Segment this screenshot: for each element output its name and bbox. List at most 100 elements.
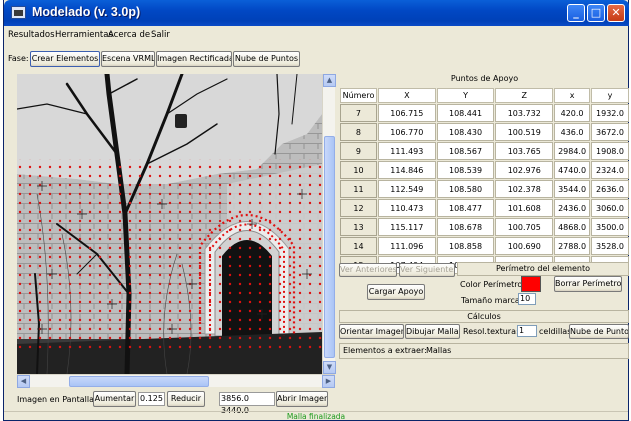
scroll-right-icon[interactable]: ▶ <box>322 375 335 388</box>
table-cell[interactable]: 420.0 <box>554 104 591 122</box>
table-cell[interactable]: 3500.0 <box>591 218 629 236</box>
tab-imagen-rectificada[interactable]: Imagen Rectificada <box>156 51 232 67</box>
table-cell[interactable]: 3060.0 <box>591 199 629 217</box>
menu-salir[interactable]: Salir <box>151 30 170 40</box>
table-cell[interactable]: 108.539 <box>436 161 495 179</box>
title-bar[interactable]: Modelado (v. 3.0p) _ □ ✕ <box>4 0 629 26</box>
dibujar-mallas-button[interactable]: Dibujar Mallas <box>405 324 460 339</box>
table-row[interactable]: 11 112.549 108.580 102.378 3544.0 2636.0 <box>340 180 629 198</box>
table-row[interactable]: 14 111.096 108.858 100.690 2788.0 3528.0 <box>340 237 629 255</box>
table-cell[interactable]: 108.477 <box>436 199 495 217</box>
row-number-cell[interactable]: 12 <box>340 199 377 217</box>
horizontal-scroll-thumb[interactable] <box>69 376 209 387</box>
orientar-imagen-button[interactable]: Orientar Imagen <box>339 324 404 339</box>
table-cell[interactable]: 115.117 <box>377 218 436 236</box>
aumentar-button[interactable]: Aumentar <box>93 391 136 407</box>
row-number-cell[interactable]: 8 <box>340 123 377 141</box>
table-cell[interactable]: 1932.0 <box>591 104 629 122</box>
abrir-imagen-button[interactable]: Abrir Imagen <box>276 391 328 407</box>
table-cell[interactable]: 2324.0 <box>591 161 629 179</box>
table-cell[interactable]: 3544.0 <box>554 180 591 198</box>
table-cell[interactable]: 1908.0 <box>591 142 629 160</box>
color-perimetro-swatch[interactable] <box>521 276 541 292</box>
scroll-up-icon[interactable]: ▲ <box>323 74 336 87</box>
table-cell[interactable]: 436.0 <box>554 123 591 141</box>
table-row[interactable]: 10 114.846 108.539 102.976 4740.0 2324.0 <box>340 161 629 179</box>
table-cell[interactable]: 2984.0 <box>554 142 591 160</box>
close-button[interactable]: ✕ <box>607 4 625 22</box>
table-cell[interactable]: 100.705 <box>495 218 554 236</box>
table-cell[interactable]: 110.473 <box>377 199 436 217</box>
table-cell[interactable]: 112.549 <box>377 180 436 198</box>
table-cell[interactable]: 100.690 <box>495 237 554 255</box>
tamano-marca-input[interactable]: 10 <box>518 293 536 305</box>
table-cell[interactable]: 114.846 <box>377 161 436 179</box>
borrar-perimetro-button[interactable]: Borrar Perímetro <box>554 276 622 292</box>
row-number-cell[interactable]: 7 <box>340 104 377 122</box>
table-cell[interactable]: 102.976 <box>495 161 554 179</box>
table-row[interactable]: 9 111.493 108.567 103.765 2984.0 1908.0 <box>340 142 629 160</box>
tamano-marca-label: Tamaño marca: <box>461 296 523 305</box>
church-photo[interactable] <box>17 74 322 374</box>
ver-siguientes-button[interactable]: Ver Siguientes <box>399 263 455 277</box>
table-cell[interactable]: 103.765 <box>495 142 554 160</box>
resol-textura-label: Resol.textura: <box>463 327 519 336</box>
pixel-coordinates: 3856.0 3440.0 <box>219 392 275 415</box>
image-viewport[interactable] <box>17 74 322 374</box>
table-cell[interactable]: 100.519 <box>495 123 554 141</box>
table-cell[interactable]: 4740.0 <box>554 161 591 179</box>
image-controls: Imagen en Pantalla: Aumentar 0.125 Reduc… <box>17 390 335 415</box>
row-number-cell[interactable]: 9 <box>340 142 377 160</box>
table-cell[interactable]: 106.770 <box>377 123 436 141</box>
puntos-de-apoyo-title: Puntos de Apoyo <box>450 74 519 83</box>
table-cell[interactable]: 108.580 <box>436 180 495 198</box>
resol-textura-input[interactable]: 1 <box>517 325 537 337</box>
table-cell[interactable]: 108.430 <box>436 123 495 141</box>
table-cell[interactable]: 111.096 <box>377 237 436 255</box>
vertical-scrollbar[interactable]: ▲ ▼ <box>322 74 336 374</box>
scroll-left-icon[interactable]: ◀ <box>17 375 30 388</box>
table-row[interactable]: 12 110.473 108.477 101.608 2436.0 3060.0 <box>340 199 629 217</box>
col-header-Y: Y <box>436 88 495 103</box>
col-header-x: x <box>554 88 591 103</box>
reducir-button[interactable]: Reducir <box>167 391 205 407</box>
scroll-down-icon[interactable]: ▼ <box>323 361 336 374</box>
table-cell[interactable]: 4868.0 <box>554 218 591 236</box>
table-cell[interactable]: 2436.0 <box>554 199 591 217</box>
table-row[interactable]: 7 106.715 108.441 103.732 420.0 1932.0 <box>340 104 629 122</box>
row-number-cell[interactable]: 13 <box>340 218 377 236</box>
menu-herramientas[interactable]: Herramientas <box>55 30 113 40</box>
table-cell[interactable]: 102.378 <box>495 180 554 198</box>
menu-resultados[interactable]: Resultados <box>8 30 55 40</box>
nube-de-puntos-button[interactable]: Nube de Puntos <box>569 324 629 339</box>
tab-crear-elementos[interactable]: Crear Elementos <box>30 51 100 67</box>
table-cell[interactable]: 3528.0 <box>591 237 629 255</box>
minimize-button[interactable]: _ <box>567 4 585 22</box>
menu-acerca-de[interactable]: Acerca de <box>108 30 150 40</box>
table-cell[interactable]: 108.858 <box>436 237 495 255</box>
table-cell[interactable]: 108.678 <box>436 218 495 236</box>
table-cell[interactable]: 2788.0 <box>554 237 591 255</box>
horizontal-scrollbar[interactable]: ◀ ▶ <box>17 374 335 388</box>
row-number-cell[interactable]: 10 <box>340 161 377 179</box>
table-row[interactable]: 13 115.117 108.678 100.705 4868.0 3500.0 <box>340 218 629 236</box>
row-number-cell[interactable]: 14 <box>340 237 377 255</box>
table-cell[interactable]: 103.732 <box>495 104 554 122</box>
table-cell[interactable]: 108.567 <box>436 142 495 160</box>
table-cell[interactable]: 111.493 <box>377 142 436 160</box>
table-cell[interactable]: 2636.0 <box>591 180 629 198</box>
tab-escena-vrml[interactable]: Escena VRML <box>101 51 155 67</box>
tab-nube-de-puntos[interactable]: Nube de Puntos <box>233 51 300 67</box>
ver-anteriores-button[interactable]: Ver Anteriores <box>339 263 397 277</box>
table-header-row: Número X Y Z x y <box>340 88 629 103</box>
cargar-apoyo-button[interactable]: Cargar Apoyo <box>367 284 425 300</box>
table-row[interactable]: 8 106.770 108.430 100.519 436.0 3672.0 <box>340 123 629 141</box>
table-cell[interactable]: 106.715 <box>377 104 436 122</box>
table-cell[interactable]: 101.608 <box>495 199 554 217</box>
maximize-button[interactable]: □ <box>587 4 605 22</box>
table-cell[interactable]: 108.441 <box>436 104 495 122</box>
table-cell[interactable]: 3672.0 <box>591 123 629 141</box>
vertical-scroll-thumb[interactable] <box>324 136 335 358</box>
fase-label: Fase: <box>8 54 29 63</box>
row-number-cell[interactable]: 11 <box>340 180 377 198</box>
